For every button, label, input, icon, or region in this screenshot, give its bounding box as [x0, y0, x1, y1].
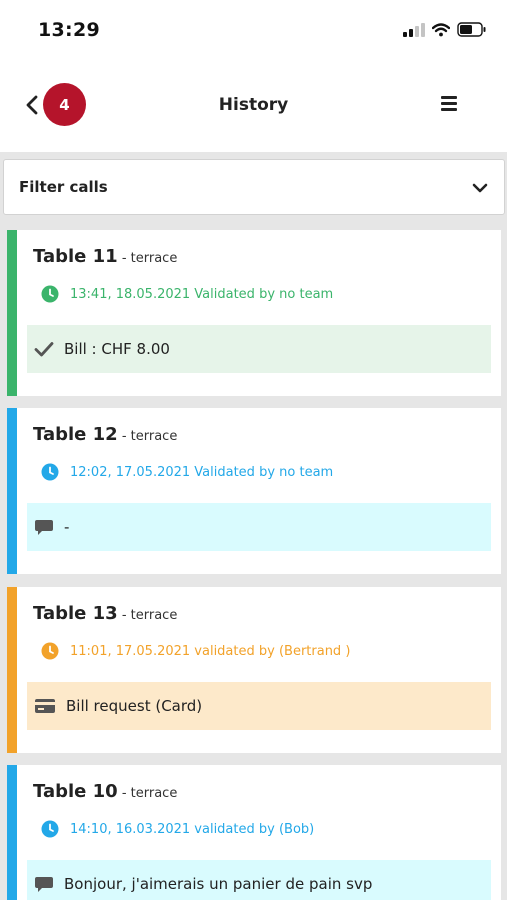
cellular-signal-icon	[403, 22, 425, 37]
clock-icon	[41, 285, 59, 303]
app-header: 4 History	[0, 62, 507, 152]
checkmark-icon	[34, 342, 54, 357]
call-meta-text: 12:02, 17.05.2021 Validated by no team	[70, 464, 334, 480]
clock-icon	[41, 642, 59, 660]
call-meta-text: 13:41, 18.05.2021 Validated by no team	[70, 286, 334, 302]
call-meta-text: 14:10, 16.03.2021 validated by (Bob)	[70, 821, 315, 837]
history-card[interactable]: Table 11 - terrace 13:41, 18.05.2021 Val…	[7, 230, 501, 396]
history-card[interactable]: Table 10 - terrace 14:10, 16.03.2021 val…	[7, 765, 501, 900]
filter-calls-dropdown[interactable]: Filter calls	[3, 159, 505, 215]
wifi-icon	[432, 22, 450, 36]
status-time: 13:29	[38, 19, 100, 41]
clock-icon	[41, 463, 59, 481]
call-message: Bill : CHF 8.00	[27, 325, 491, 373]
table-name: Table 11	[33, 246, 118, 267]
call-message-text: Bill request (Card)	[66, 697, 203, 715]
call-message: -	[27, 503, 491, 551]
call-meta: 14:10, 16.03.2021 validated by (Bob)	[41, 820, 314, 838]
chevron-down-icon	[472, 183, 488, 193]
status-bar: 13:29	[0, 0, 507, 62]
call-message-text: Bill : CHF 8.00	[64, 340, 170, 358]
table-name: Table 10	[33, 781, 118, 802]
history-card[interactable]: Table 13 - terrace 11:01, 17.05.2021 val…	[7, 587, 501, 753]
call-meta: 11:01, 17.05.2021 validated by (Bertrand…	[41, 642, 350, 660]
call-meta: 13:41, 18.05.2021 Validated by no team	[41, 285, 333, 303]
hamburger-menu-icon[interactable]	[441, 96, 459, 112]
credit-card-icon	[35, 699, 55, 713]
filter-label: Filter calls	[19, 178, 108, 196]
table-area: terrace	[130, 608, 178, 623]
call-meta-text: 11:01, 17.05.2021 validated by (Bertrand…	[70, 643, 351, 659]
table-area: terrace	[130, 429, 178, 444]
call-message-text: Bonjour, j'aimerais un panier de pain sv…	[64, 875, 373, 893]
back-arrow-icon[interactable]	[22, 90, 44, 120]
table-name: Table 13	[33, 603, 118, 624]
card-title: Table 13 - terrace	[33, 603, 178, 624]
table-area: terrace	[130, 251, 178, 266]
card-title: Table 12 - terrace	[33, 424, 178, 445]
card-title: Table 10 - terrace	[33, 781, 178, 802]
notification-badge[interactable]: 4	[43, 83, 86, 126]
call-message: Bill request (Card)	[27, 682, 491, 730]
card-title: Table 11 - terrace	[33, 246, 178, 267]
call-message: Bonjour, j'aimerais un panier de pain sv…	[27, 860, 491, 900]
table-area: terrace	[130, 786, 178, 801]
comment-icon	[35, 519, 53, 535]
status-icons	[403, 22, 487, 37]
call-message-text: -	[64, 518, 70, 536]
table-name: Table 12	[33, 424, 118, 445]
clock-icon	[41, 820, 59, 838]
battery-icon	[457, 22, 486, 37]
history-card[interactable]: Table 12 - terrace 12:02, 17.05.2021 Val…	[7, 408, 501, 574]
call-meta: 12:02, 17.05.2021 Validated by no team	[41, 463, 333, 481]
comment-icon	[35, 876, 53, 892]
